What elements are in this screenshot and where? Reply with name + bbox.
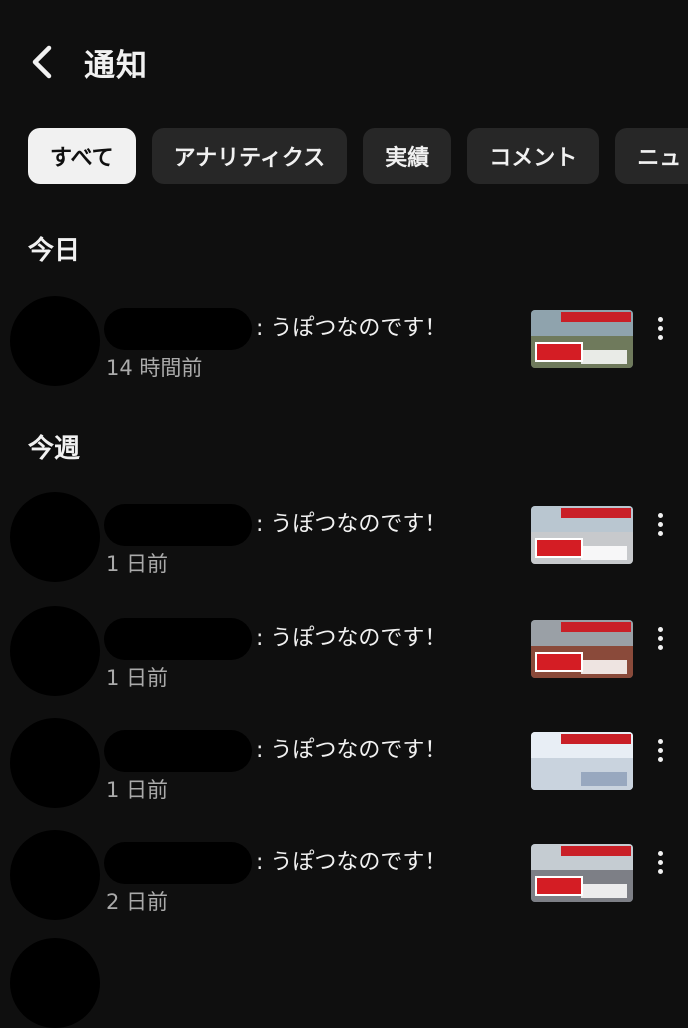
redacted-username (104, 308, 252, 350)
chip-news[interactable]: ニュ (615, 128, 688, 184)
avatar (10, 830, 100, 920)
notification-item[interactable]: : うぽつなのです！ 1 日前 (0, 718, 688, 818)
notification-time: 14 時間前 (106, 356, 203, 380)
chip-achievements[interactable]: 実績 (363, 128, 452, 184)
page-title: 通知 (84, 48, 148, 84)
notification-message: : うぽつなのです！ (256, 738, 447, 763)
video-thumbnail (531, 310, 633, 368)
notification-message: : うぽつなのです！ (256, 316, 447, 341)
notification-message: : うぽつなのです！ (256, 512, 447, 537)
video-thumbnail (531, 732, 633, 790)
more-options-button[interactable] (646, 308, 674, 348)
section-title-today: 今日 (28, 236, 81, 266)
notification-time: 1 日前 (106, 666, 169, 690)
redacted-username (104, 730, 252, 772)
chip-comments[interactable]: コメント (467, 128, 600, 184)
notification-item[interactable]: : うぽつなのです！ 1 日前 (0, 606, 688, 706)
notification-item[interactable]: : うぽつなのです！ 2 日前 (0, 830, 688, 930)
header: 通知 (0, 0, 688, 120)
more-options-button[interactable] (646, 730, 674, 770)
video-thumbnail (531, 506, 633, 564)
video-thumbnail (531, 620, 633, 678)
back-button[interactable] (22, 42, 62, 82)
notification-time: 2 日前 (106, 890, 169, 914)
section-title-this-week: 今週 (28, 434, 81, 464)
avatar (10, 606, 100, 696)
redacted-username (104, 842, 252, 884)
video-thumbnail (531, 844, 633, 902)
avatar (10, 296, 100, 386)
notification-message: : うぽつなのです！ (256, 626, 447, 651)
avatar (10, 492, 100, 582)
notification-time: 1 日前 (106, 778, 169, 802)
redacted-username (104, 618, 252, 660)
more-options-button[interactable] (646, 618, 674, 658)
chevron-left-icon (32, 45, 52, 79)
notification-item[interactable]: : うぽつなのです！ 14 時間前 (0, 296, 688, 396)
notification-item[interactable]: : うぽつなのです！ 1 日前 (0, 492, 688, 592)
chip-all[interactable]: すべて (28, 128, 136, 184)
redacted-username (104, 504, 252, 546)
chip-analytics[interactable]: アナリティクス (151, 128, 348, 184)
notification-time: 1 日前 (106, 552, 169, 576)
more-options-button[interactable] (646, 504, 674, 544)
more-options-button[interactable] (646, 842, 674, 882)
filter-chips: すべて アナリティクス 実績 コメント ニュ (28, 128, 688, 186)
notification-message: : うぽつなのです！ (256, 850, 447, 875)
avatar (10, 718, 100, 808)
